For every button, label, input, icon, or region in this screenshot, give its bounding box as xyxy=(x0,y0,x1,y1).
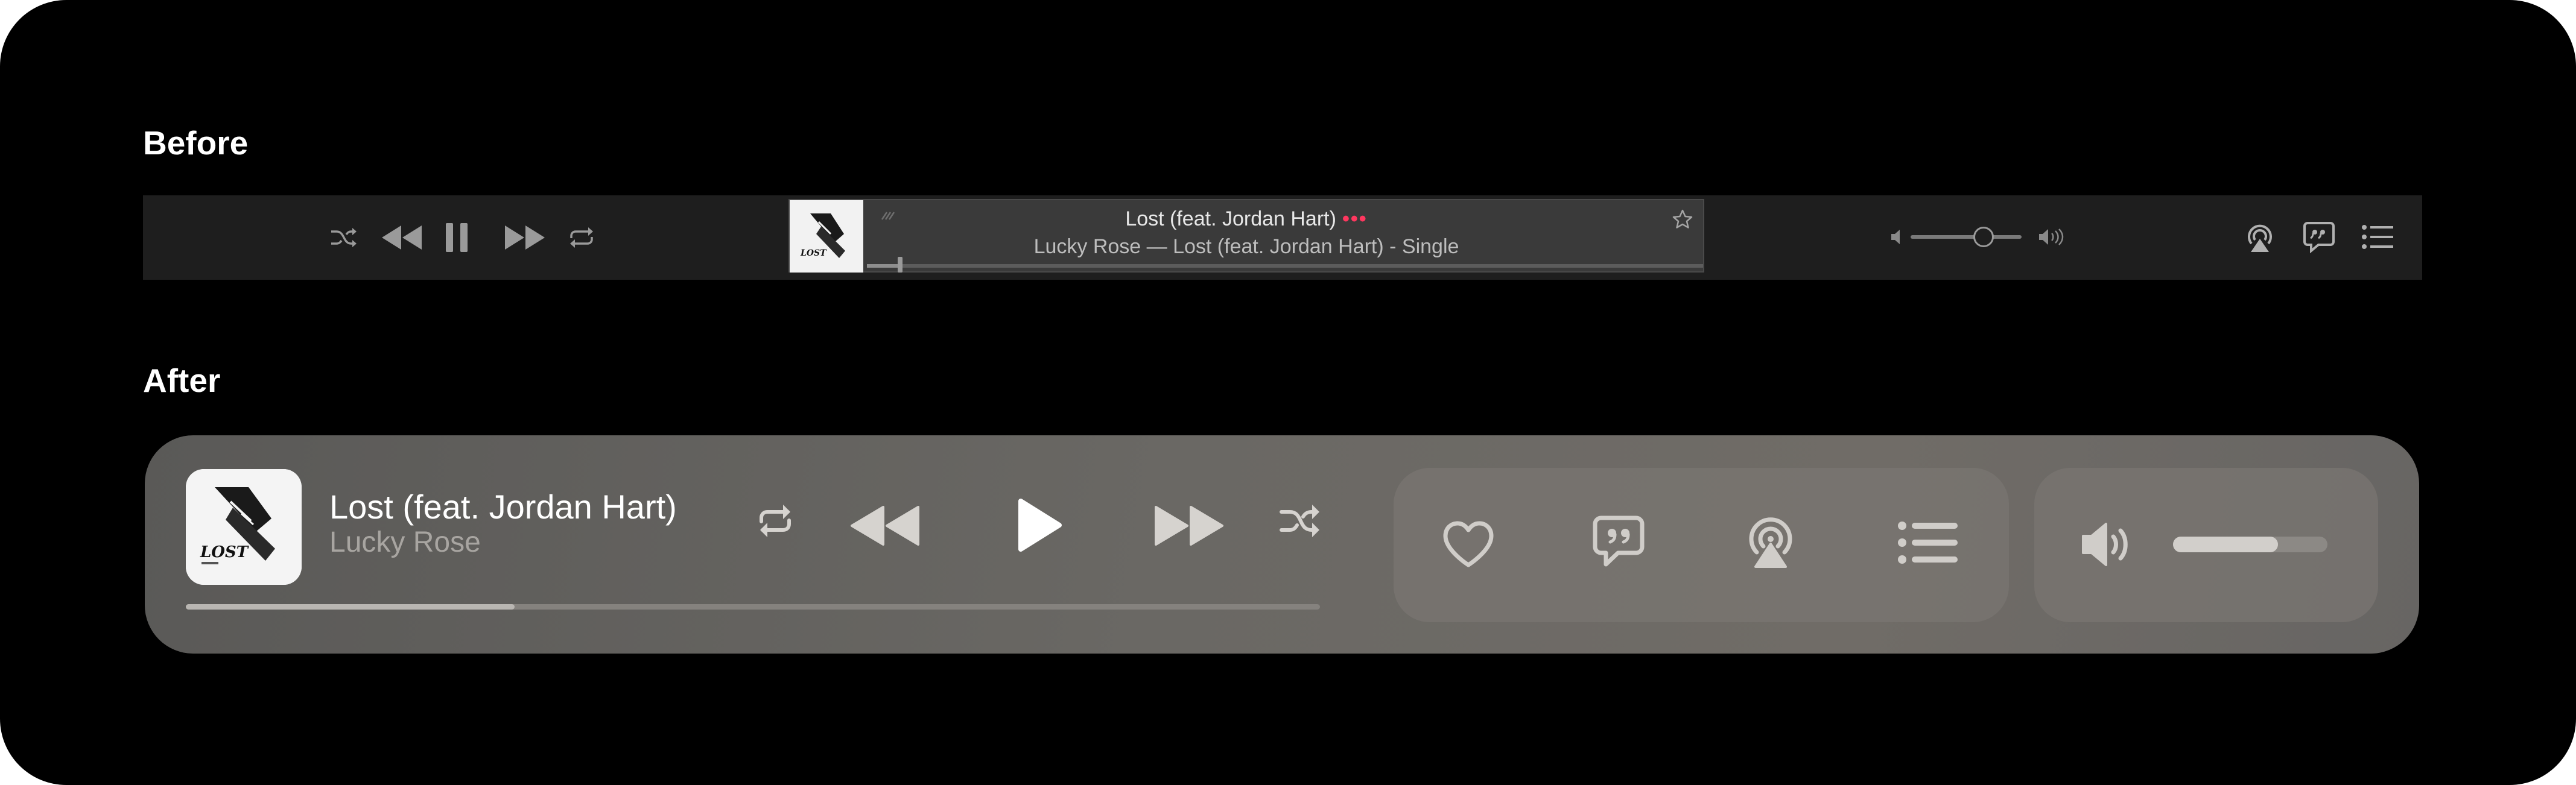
shuffle-icon[interactable] xyxy=(1279,502,1321,540)
volume-icon[interactable] xyxy=(2080,519,2136,570)
before-progress-fill xyxy=(867,264,901,268)
after-player-bar: LOST Lost (feat. Jordan Hart) Lucky Rose xyxy=(145,435,2419,654)
volume-slider-knob[interactable] xyxy=(1973,227,1994,247)
after-progress-track[interactable] xyxy=(186,604,1320,610)
volume-slider[interactable] xyxy=(2173,537,2327,552)
rewind-icon[interactable] xyxy=(379,221,424,254)
now-playing-subtitle: Lucky Rose — Lost (feat. Jordan Hart) - … xyxy=(1033,235,1459,258)
before-progress-track[interactable] xyxy=(867,257,1703,273)
airplay-icon[interactable] xyxy=(1743,514,1798,572)
repeat-icon[interactable] xyxy=(566,223,597,252)
more-options-button[interactable]: ••• xyxy=(1342,207,1368,230)
queue-icon[interactable] xyxy=(2361,222,2394,252)
before-progress-knob[interactable] xyxy=(898,257,903,273)
now-playing-title: Lost (feat. Jordan Hart) xyxy=(1125,207,1336,230)
queue-icon[interactable] xyxy=(1897,520,1959,566)
now-playing-title-row: Lost (feat. Jordan Hart) ••• xyxy=(790,207,1703,231)
shuffle-icon[interactable] xyxy=(328,222,360,253)
album-art[interactable]: LOST xyxy=(186,469,302,585)
fast-forward-icon[interactable] xyxy=(503,221,547,254)
canvas: Before LOST Lost (feat. Jordan Hart) •••… xyxy=(0,0,2576,785)
volume-low-icon xyxy=(1888,227,1906,247)
track-title: Lost (feat. Jordan Hart) xyxy=(329,488,677,526)
airplay-icon[interactable] xyxy=(2242,219,2277,256)
before-label: Before xyxy=(143,124,249,162)
volume-high-icon xyxy=(2037,225,2065,248)
now-playing-display[interactable]: LOST Lost (feat. Jordan Hart) ••• Lucky R… xyxy=(788,199,1704,273)
fast-forward-icon[interactable] xyxy=(1152,503,1227,549)
svg-text:LOST: LOST xyxy=(200,543,249,561)
star-icon[interactable] xyxy=(1670,207,1695,232)
volume-slider-track[interactable] xyxy=(1911,235,2022,239)
repeat-icon[interactable] xyxy=(755,502,795,540)
track-artist[interactable]: Lucky Rose xyxy=(329,526,481,559)
after-progress-fill xyxy=(186,604,515,610)
volume-slider-fill xyxy=(2173,537,2279,552)
lyrics-icon[interactable] xyxy=(2302,219,2336,254)
after-label: After xyxy=(143,362,221,399)
heart-icon[interactable] xyxy=(1441,519,1496,570)
play-icon[interactable] xyxy=(1015,496,1064,555)
lyrics-icon[interactable] xyxy=(1591,514,1646,569)
pause-icon[interactable] xyxy=(443,219,470,256)
rewind-icon[interactable] xyxy=(847,503,922,549)
